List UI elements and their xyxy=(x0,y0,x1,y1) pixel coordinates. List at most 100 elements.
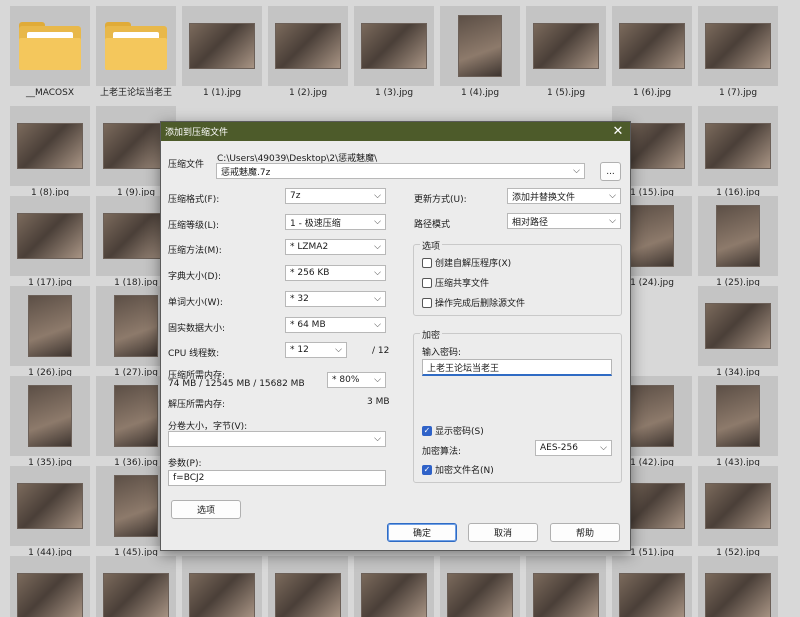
level-select[interactable]: 1 - 极速压缩 ⌵ xyxy=(285,214,386,230)
params-input[interactable]: f=BCJ2 xyxy=(168,470,386,486)
chevron-down-icon: ⌵ xyxy=(374,191,381,201)
algo-value: AES-256 xyxy=(540,443,578,453)
checkbox-box[interactable] xyxy=(422,277,432,288)
image-tile[interactable] xyxy=(440,556,520,617)
shared-label: 压缩共享文件 xyxy=(435,279,490,289)
archive-name-combo[interactable]: 惩戒魅魔.7z ⌵ xyxy=(216,163,585,179)
image-tile[interactable]: 1 (43).jpg xyxy=(698,376,778,469)
chevron-down-icon: ⌵ xyxy=(335,345,342,355)
checkbox-checked-icon[interactable]: ✓ xyxy=(422,425,432,436)
close-icon[interactable]: ✕ xyxy=(610,124,626,139)
cpu-select[interactable]: * 12 ⌵ xyxy=(285,342,347,358)
word-select[interactable]: * 32 ⌵ xyxy=(285,291,386,307)
mem-percent-select[interactable]: * 80% ⌵ xyxy=(327,372,386,388)
image-tile[interactable] xyxy=(10,556,90,617)
password-input[interactable]: 上老王论坛当老王 xyxy=(422,359,612,376)
image-tile[interactable]: 1 (7).jpg xyxy=(698,6,778,99)
image-tile[interactable]: 1 (4).jpg xyxy=(440,6,520,99)
image-tile[interactable] xyxy=(182,556,262,617)
image-thumbnail xyxy=(28,295,72,357)
level-value: 1 - 极速压缩 xyxy=(290,218,341,229)
image-thumbnail xyxy=(705,483,771,529)
image-thumbnail xyxy=(630,205,674,267)
mem-percent-value: * 80% xyxy=(332,375,360,385)
image-tile[interactable]: 1 (2).jpg xyxy=(268,6,348,99)
folder-icon xyxy=(19,22,81,70)
image-tile[interactable]: 1 (35).jpg xyxy=(10,376,90,469)
delete-source-checkbox[interactable]: 操作完成后删除源文件 xyxy=(422,296,525,309)
dict-select[interactable]: * 256 KB ⌵ xyxy=(285,265,386,281)
split-select[interactable]: ⌵ xyxy=(168,431,386,447)
shared-checkbox[interactable]: 压缩共享文件 xyxy=(422,276,489,289)
chevron-down-icon: ⌵ xyxy=(609,216,616,226)
chevron-down-icon[interactable]: ⌵ xyxy=(573,164,580,179)
image-tile[interactable]: 1 (5).jpg xyxy=(526,6,606,99)
image-tile[interactable]: 1 (44).jpg xyxy=(10,466,90,559)
file-name: 1 (7).jpg xyxy=(718,88,758,98)
decomp-value: 3 MB xyxy=(367,397,390,407)
method-select[interactable]: * LZMA2 ⌵ xyxy=(285,239,386,255)
browse-button[interactable]: ... xyxy=(600,162,621,181)
image-tile[interactable] xyxy=(268,556,348,617)
add-to-archive-dialog: 添加到压缩文件 ✕ 压缩文件 C:\Users\49039\Desktop\2\… xyxy=(160,121,631,551)
method-value: * LZMA2 xyxy=(290,242,329,252)
checkbox-box[interactable] xyxy=(422,257,432,268)
show-password-label: 显示密码(S) xyxy=(435,427,484,437)
image-tile[interactable]: 1 (25).jpg xyxy=(698,196,778,289)
image-thumbnail xyxy=(114,385,158,447)
image-tile[interactable]: 1 (17).jpg xyxy=(10,196,90,289)
image-tile[interactable] xyxy=(612,556,692,617)
folder-icon xyxy=(105,22,167,70)
format-value: 7z xyxy=(290,191,301,201)
checkbox-checked-icon[interactable]: ✓ xyxy=(422,464,432,475)
delete-source-label: 操作完成后删除源文件 xyxy=(435,299,526,309)
sfx-checkbox[interactable]: 创建自解压程序(X) xyxy=(422,256,511,269)
image-tile[interactable]: 1 (8).jpg xyxy=(10,106,90,199)
help-button[interactable]: 帮助 xyxy=(550,523,620,542)
update-select[interactable]: 添加并替换文件 ⌵ xyxy=(507,188,621,204)
image-tile[interactable]: 1 (34).jpg xyxy=(698,286,778,379)
checkbox-box[interactable] xyxy=(422,297,432,308)
params-value: f=BCJ2 xyxy=(173,473,205,483)
image-tile[interactable] xyxy=(96,556,176,617)
format-select[interactable]: 7z ⌵ xyxy=(285,188,386,204)
image-tile[interactable]: 1 (52).jpg xyxy=(698,466,778,559)
image-tile[interactable] xyxy=(526,556,606,617)
sfx-label: 创建自解压程序(X) xyxy=(435,259,512,269)
update-value: 添加并替换文件 xyxy=(512,192,576,203)
ok-button[interactable]: 确定 xyxy=(387,523,457,542)
image-tile[interactable] xyxy=(698,556,778,617)
dialog-titlebar[interactable]: 添加到压缩文件 xyxy=(161,122,630,141)
image-tile[interactable]: 1 (26).jpg xyxy=(10,286,90,379)
chevron-down-icon: ⌵ xyxy=(609,191,616,201)
cancel-button[interactable]: 取消 xyxy=(468,523,538,542)
show-password-checkbox[interactable]: ✓ 显示密码(S) xyxy=(422,424,484,437)
image-tile[interactable]: 1 (1).jpg xyxy=(182,6,262,99)
chevron-down-icon: ⌵ xyxy=(374,294,381,304)
image-thumbnail xyxy=(458,15,502,77)
options-button[interactable]: 选项 xyxy=(171,500,241,519)
encrypt-names-checkbox[interactable]: ✓ 加密文件名(N) xyxy=(422,463,494,476)
password-label: 输入密码: xyxy=(422,348,462,358)
image-thumbnail xyxy=(17,483,83,529)
image-tile[interactable]: 1 (16).jpg xyxy=(698,106,778,199)
image-tile[interactable] xyxy=(354,556,434,617)
cpu-label: CPU 线程数: xyxy=(168,349,220,359)
chevron-down-icon: ⌵ xyxy=(374,242,381,252)
word-label: 单词大小(W): xyxy=(168,298,223,308)
algo-select[interactable]: AES-256 ⌵ xyxy=(535,440,612,456)
path-mode-select[interactable]: 相对路径 ⌵ xyxy=(507,213,621,229)
chevron-down-icon: ⌵ xyxy=(374,375,381,385)
folder-tile[interactable]: 上老王论坛当老王 xyxy=(96,6,176,99)
password-value: 上老王论坛当老王 xyxy=(427,363,500,374)
mem-detail: 74 MB / 12545 MB / 15682 MB xyxy=(168,379,305,389)
image-tile[interactable]: 1 (3).jpg xyxy=(354,6,434,99)
image-thumbnail xyxy=(17,123,83,169)
image-thumbnail xyxy=(361,573,427,617)
cpu-total: / 12 xyxy=(372,346,390,356)
solid-select[interactable]: * 64 MB ⌵ xyxy=(285,317,386,333)
path-mode-label: 路径模式 xyxy=(414,220,451,230)
image-thumbnail xyxy=(17,573,83,617)
folder-tile[interactable]: __MACOSX xyxy=(10,6,90,99)
image-tile[interactable]: 1 (6).jpg xyxy=(612,6,692,99)
